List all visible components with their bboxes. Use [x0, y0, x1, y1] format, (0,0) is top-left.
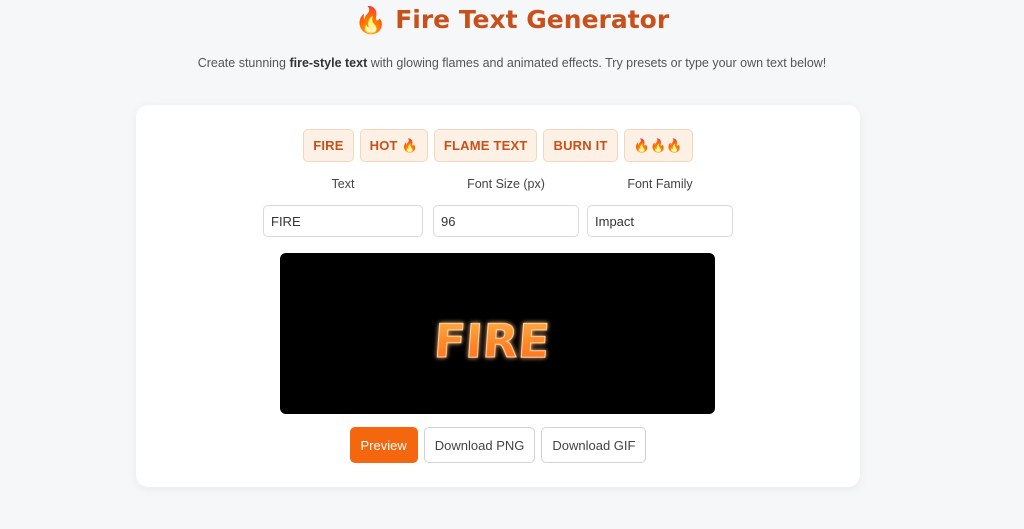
text-field-label: Text — [331, 177, 355, 191]
preset-fire-button[interactable]: FIRE — [303, 129, 354, 162]
flame-icon: 🔥 — [354, 5, 388, 35]
preset-hot-button[interactable]: HOT 🔥 — [359, 129, 428, 162]
subtitle-text-end: with glowing flames and animated effects… — [367, 56, 827, 70]
font-family-input[interactable] — [587, 205, 733, 237]
fire-preview-text: FIRE — [432, 314, 551, 368]
preset-bar: FIRE HOT 🔥 FLAME TEXT BURN IT 🔥🔥🔥 — [136, 129, 860, 162]
app-page: 🔥 Fire Text Generator Create stunning fi… — [0, 0, 1024, 529]
preset-flame-text-button[interactable]: FLAME TEXT — [433, 129, 538, 162]
subtitle-text: Create stunning — [197, 56, 290, 70]
preset-burn-it-button[interactable]: BURN IT — [543, 129, 618, 162]
subtitle-emphasis: fire-style text — [289, 56, 368, 70]
fire-text-render: FIRE — [432, 314, 552, 369]
preview-button[interactable]: Preview — [349, 427, 418, 463]
page-title: Fire Text Generator — [395, 5, 670, 34]
action-bar: Preview Download PNG Download GIF — [136, 427, 860, 463]
fire-preview-canvas: FIRE — [280, 253, 715, 414]
font-size-input[interactable] — [433, 205, 579, 237]
page-subtitle: Create stunning fire-style text with glo… — [0, 56, 1024, 70]
font-size-field-label: Font Size (px) — [467, 177, 545, 191]
download-png-button[interactable]: Download PNG — [423, 427, 536, 463]
header: 🔥 Fire Text Generator — [0, 4, 1024, 36]
text-input[interactable] — [263, 205, 423, 237]
font-family-field-label: Font Family — [627, 177, 693, 191]
download-gif-button[interactable]: Download GIF — [541, 427, 647, 463]
preset-triple-flame-button[interactable]: 🔥🔥🔥 — [623, 129, 693, 162]
generator-card: FIRE HOT 🔥 FLAME TEXT BURN IT 🔥🔥🔥 Text F… — [136, 105, 860, 487]
